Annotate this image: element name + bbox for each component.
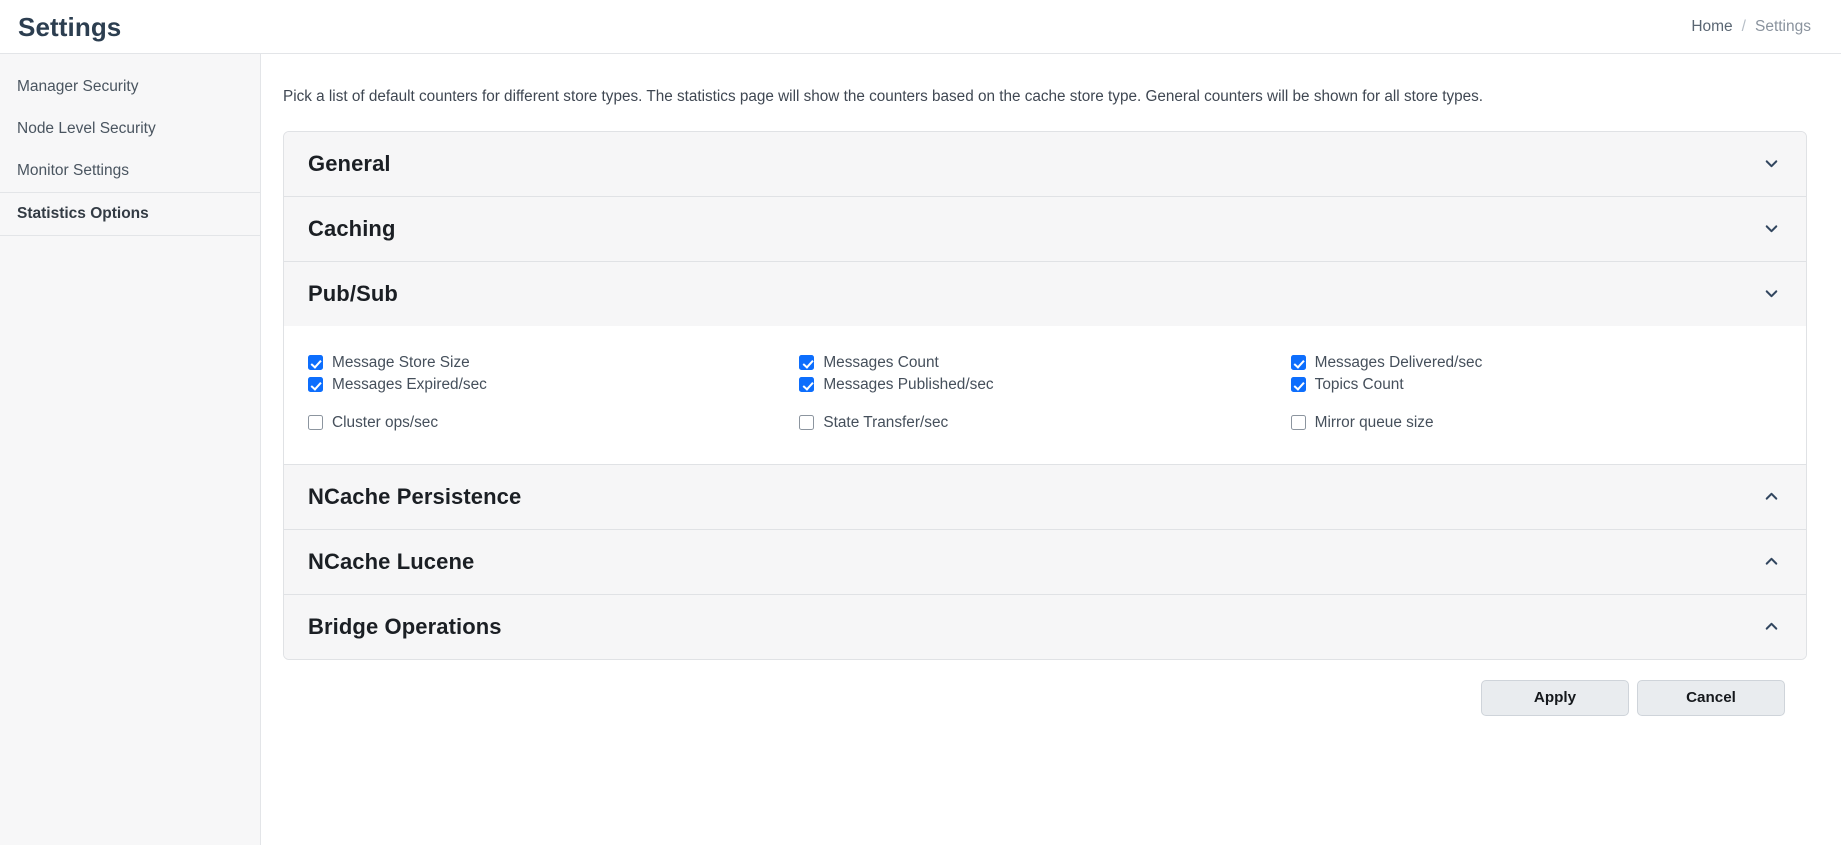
chevron-up-icon[interactable] — [1763, 488, 1780, 505]
cancel-button[interactable]: Cancel — [1637, 679, 1785, 716]
sidebar-item-label: Statistics Options — [17, 205, 149, 222]
accordion-title: NCache Persistence — [308, 483, 522, 509]
chevron-up-icon[interactable] — [1763, 553, 1780, 570]
counter-label[interactable]: Messages Count — [823, 355, 939, 371]
chevron-down-icon[interactable] — [1763, 220, 1780, 237]
page-title: Settings — [18, 11, 122, 42]
main-content: Pick a list of default counters for diff… — [261, 54, 1841, 845]
checkbox-messages-published-sec[interactable] — [799, 377, 815, 393]
counter-label[interactable]: Mirror queue size — [1315, 415, 1434, 431]
counter-item-messages-count[interactable]: Messages Count — [799, 352, 1290, 374]
accordion-item-bridge-operations: Bridge Operations — [284, 594, 1806, 659]
accordion-item-ncache-persistence: NCache Persistence — [284, 464, 1806, 530]
counter-item-messages-delivered-sec[interactable]: Messages Delivered/sec — [1290, 352, 1782, 374]
chevron-up-icon[interactable] — [1763, 618, 1780, 635]
intro-description: Pick a list of default counters for diff… — [283, 88, 1484, 105]
counter-item-cluster-ops-sec[interactable]: Cluster ops/sec — [308, 412, 799, 434]
counter-item-messages-expired-sec[interactable]: Messages Expired/sec — [308, 374, 799, 396]
accordion-header-general[interactable]: General — [284, 131, 1806, 196]
accordion-item-ncache-lucene: NCache Lucene — [284, 529, 1806, 595]
accordion-header-bridge-operations[interactable]: Bridge Operations — [284, 594, 1806, 659]
counter-item-message-store-size[interactable]: Message Store Size — [308, 352, 799, 374]
settings-page: Settings Home / Settings Manager Securit… — [0, 0, 1841, 845]
accordion-title: Pub/Sub — [308, 280, 398, 306]
sidebar-item-node-level-security[interactable]: Node Level Security — [0, 108, 260, 150]
accordion-title: Caching — [308, 215, 396, 241]
sidebar: Manager Security Node Level Security Mon… — [0, 54, 261, 845]
checkbox-messages-count[interactable] — [799, 355, 815, 371]
accordion-item-general: General — [284, 131, 1806, 197]
accordion-header-caching[interactable]: Caching — [284, 196, 1806, 261]
chevron-down-icon[interactable] — [1763, 155, 1780, 172]
accordion-title: NCache Lucene — [308, 548, 475, 574]
settings-card: Pick a list of default counters for diff… — [261, 62, 1829, 845]
page-body: Manager Security Node Level Security Mon… — [0, 54, 1841, 845]
counter-label[interactable]: Topics Count — [1315, 377, 1404, 393]
checkbox-mirror-queue-size[interactable] — [1290, 415, 1306, 431]
checkbox-messages-expired-sec[interactable] — [308, 377, 323, 393]
accordion-title: General — [308, 150, 391, 176]
accordion-item-pubsub: Pub/Sub Message Store Size Messages Coun… — [284, 261, 1806, 465]
counter-label[interactable]: Message Store Size — [332, 355, 470, 371]
breadcrumb: Home / Settings — [1691, 18, 1811, 36]
counter-grid-row-3: Cluster ops/sec State Transfer/sec Mirro… — [308, 412, 1782, 434]
checkbox-messages-delivered-sec[interactable] — [1290, 355, 1306, 371]
counter-label[interactable]: State Transfer/sec — [823, 415, 948, 431]
apply-button[interactable]: Apply — [1481, 679, 1629, 716]
checkbox-message-store-size[interactable] — [308, 355, 323, 371]
checkbox-cluster-ops-sec[interactable] — [308, 415, 323, 431]
counter-grid-row-2: Messages Expired/sec Messages Published/… — [308, 374, 1782, 396]
counter-label[interactable]: Messages Published/sec — [823, 377, 993, 393]
sidebar-item-statistics-options[interactable]: Statistics Options — [0, 192, 260, 236]
form-actions: Apply Cancel — [283, 660, 1807, 734]
sidebar-item-label: Monitor Settings — [17, 162, 129, 179]
chevron-down-icon[interactable] — [1763, 285, 1780, 302]
counter-grid-row-1: Message Store Size Messages Count Messag… — [308, 352, 1782, 374]
counter-item-state-transfer-sec[interactable]: State Transfer/sec — [799, 412, 1290, 434]
breadcrumb-home[interactable]: Home — [1691, 18, 1732, 36]
accordion-header-ncache-persistence[interactable]: NCache Persistence — [284, 464, 1806, 529]
accordion-header-ncache-lucene[interactable]: NCache Lucene — [284, 529, 1806, 594]
counter-label[interactable]: Messages Delivered/sec — [1315, 355, 1483, 371]
accordion-header-pubsub[interactable]: Pub/Sub — [284, 261, 1806, 326]
breadcrumb-current: Settings — [1754, 17, 1811, 35]
counter-item-mirror-queue-size[interactable]: Mirror queue size — [1290, 412, 1782, 434]
counter-item-topics-count[interactable]: Topics Count — [1290, 374, 1782, 396]
counter-label[interactable]: Messages Expired/sec — [332, 377, 487, 393]
breadcrumb-separator: / — [1741, 17, 1746, 35]
counter-label[interactable]: Cluster ops/sec — [332, 415, 438, 431]
sidebar-item-label: Manager Security — [17, 78, 139, 95]
counters-accordion: General Caching Pub/Sub Message Store Si… — [283, 130, 1807, 660]
top-bar: Settings Home / Settings — [0, 0, 1841, 54]
accordion-title: Bridge Operations — [308, 613, 502, 639]
accordion-item-caching: Caching — [284, 196, 1806, 262]
sidebar-item-label: Node Level Security — [17, 120, 156, 137]
counter-item-messages-published-sec[interactable]: Messages Published/sec — [799, 374, 1290, 396]
sidebar-item-monitor-settings[interactable]: Monitor Settings — [0, 150, 260, 192]
accordion-panel-pubsub: Message Store Size Messages Count Messag… — [284, 325, 1806, 464]
checkbox-topics-count[interactable] — [1290, 377, 1306, 393]
checkbox-state-transfer-sec[interactable] — [799, 415, 815, 431]
sidebar-item-manager-security[interactable]: Manager Security — [0, 66, 260, 108]
